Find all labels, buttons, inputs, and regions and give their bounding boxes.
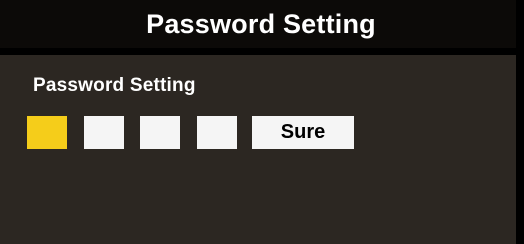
password-digit-4[interactable]: [197, 116, 237, 149]
sure-button[interactable]: Sure: [252, 116, 354, 149]
page-title: Password Setting: [146, 8, 376, 39]
password-digit-3[interactable]: [140, 116, 180, 149]
password-setting-screen: Password Setting Password Setting Sure: [0, 0, 524, 244]
title-bar: Password Setting: [0, 0, 516, 48]
password-setting-label: Password Setting: [33, 75, 196, 96]
password-panel: Password Setting Sure: [0, 55, 516, 244]
password-digit-2[interactable]: [84, 116, 124, 149]
password-digit-1[interactable]: [27, 116, 67, 149]
